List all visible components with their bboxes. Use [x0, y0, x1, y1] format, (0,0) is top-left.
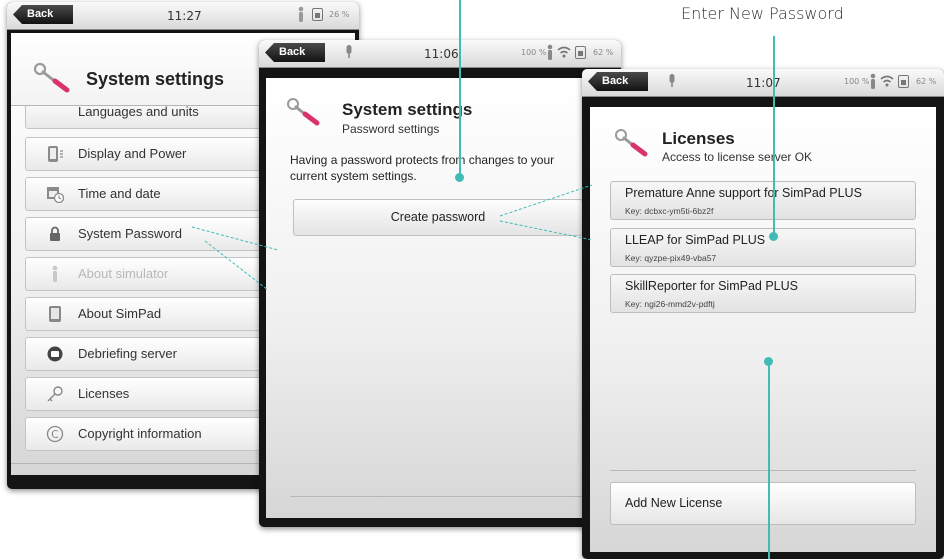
zoom-line	[204, 240, 269, 291]
zoom-line	[191, 226, 279, 251]
pointer-line	[773, 36, 775, 235]
zoom-line	[499, 220, 593, 241]
pointer-dot	[769, 232, 778, 241]
pointer-line	[459, 0, 461, 176]
enter-new-password-callout: Enter New Password	[681, 4, 844, 23]
pointer-dot	[455, 173, 464, 182]
callout-connectors	[191, 184, 593, 291]
zoom-line	[499, 184, 593, 217]
pointer-line	[768, 362, 770, 559]
